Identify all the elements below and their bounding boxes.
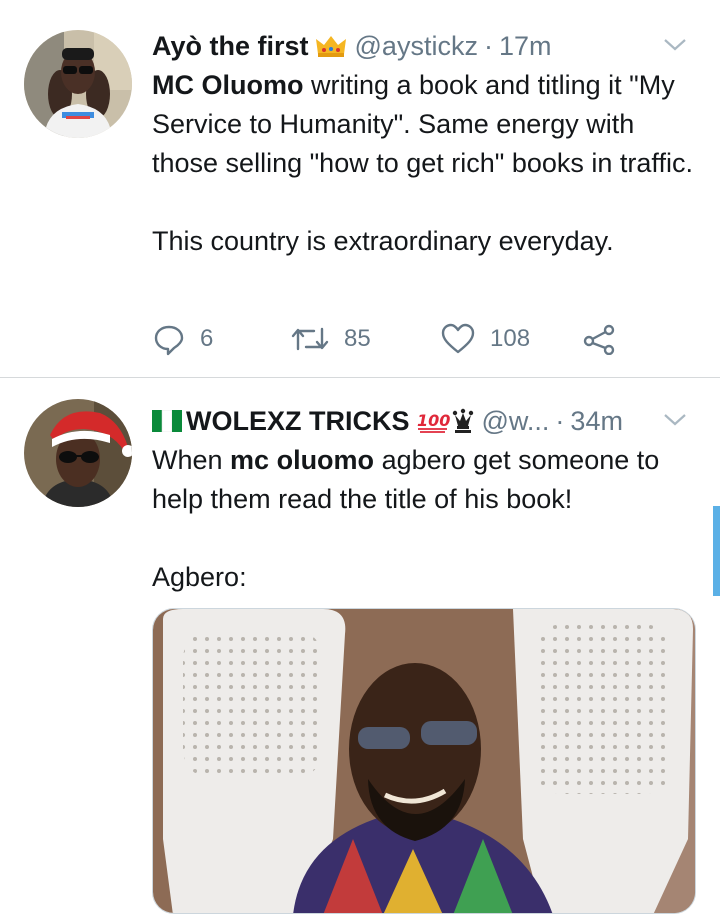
author-handle[interactable]: @aystickz [355, 31, 478, 62]
mention-bold: MC Oluomo [152, 70, 304, 100]
tweet-text: MC Oluomo writing a book and titling it … [152, 66, 698, 261]
tweet[interactable]: Ayò the first @aystickz · 17m MC Oluomo … [0, 0, 720, 378]
retweet-icon [291, 327, 329, 351]
avatar[interactable] [24, 30, 132, 138]
retweet-count: 85 [344, 325, 371, 352]
tweet-text-pre: When [152, 445, 231, 475]
mention-bold: mc oluomo [230, 445, 375, 475]
like-count: 108 [490, 325, 531, 352]
share-button[interactable] [582, 323, 630, 355]
tweet-paragraph: When mc oluomo agbero get someone to hel… [152, 441, 698, 519]
separator: · [483, 30, 493, 61]
hundred-points-icon: 100 [416, 408, 450, 434]
avatar[interactable] [24, 399, 132, 507]
chess-queen-icon [452, 408, 474, 434]
reply-count: 6 [200, 325, 214, 352]
author-handle[interactable]: @w... [482, 406, 550, 437]
tweet-paragraph: Agbero: [152, 562, 247, 592]
reply-button[interactable]: 6 [152, 322, 290, 356]
chevron-down-icon[interactable] [660, 405, 690, 435]
nigeria-flag-icon [152, 410, 182, 432]
tweet-paragraph: This country is extraordinary everyday. [152, 226, 614, 256]
heart-icon [441, 323, 475, 354]
share-icon [583, 324, 615, 355]
scrollbar[interactable] [713, 506, 720, 596]
tweet-header: WOLEXZ TRICKS 100 @w... · 34m [152, 401, 690, 441]
crown-icon [315, 34, 347, 58]
author-name[interactable]: Ayò the first [152, 31, 309, 62]
reply-icon [154, 325, 184, 356]
tweet-header: Ayò the first @aystickz · 17m [152, 26, 690, 66]
svg-text:100: 100 [417, 411, 450, 430]
tweet-paragraph: MC Oluomo writing a book and titling it … [152, 66, 698, 183]
tweet[interactable]: WOLEXZ TRICKS 100 @w... · 34m When mc ol… [0, 379, 720, 917]
timestamp[interactable]: 17m [499, 31, 552, 62]
chevron-down-icon[interactable] [660, 30, 690, 60]
like-button[interactable]: 108 [440, 323, 582, 355]
timestamp[interactable]: 34m [570, 406, 623, 437]
author-name[interactable]: WOLEXZ TRICKS [186, 406, 410, 437]
action-bar: 6 85 108 [152, 318, 630, 360]
tweet-photo[interactable] [152, 608, 696, 914]
retweet-button[interactable]: 85 [290, 323, 440, 355]
separator: · [555, 405, 565, 436]
tweet-text: When mc oluomo agbero get someone to hel… [152, 441, 698, 597]
